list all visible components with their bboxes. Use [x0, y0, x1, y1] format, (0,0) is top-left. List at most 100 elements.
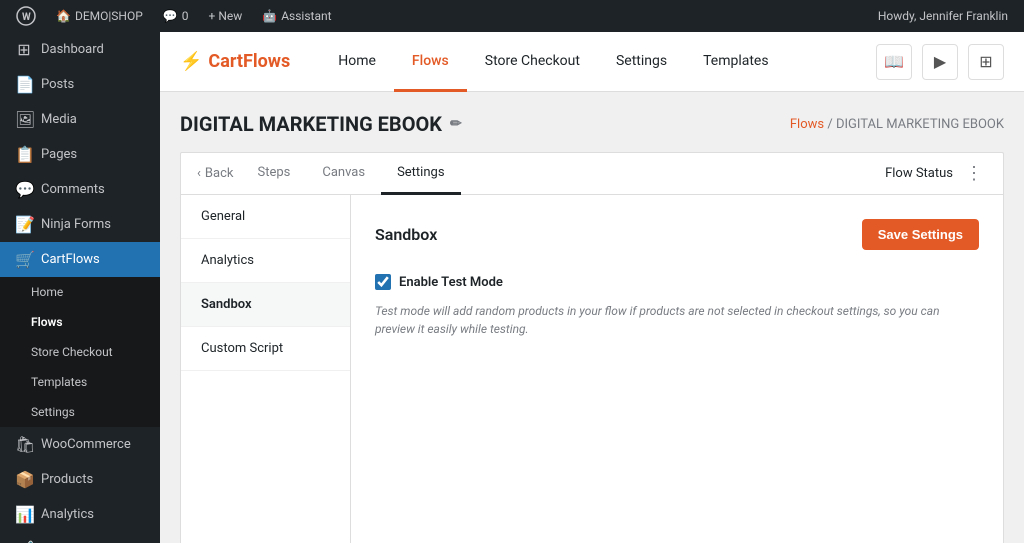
sidebar-label-woocommerce: WooCommerce	[41, 437, 131, 452]
plugin-logo: ⚡ CartFlows	[180, 51, 290, 72]
comments-item[interactable]: 💬 0	[155, 0, 197, 32]
breadcrumb: Flows / DIGITAL MARKETING EBOOK	[790, 117, 1004, 132]
sub-nav: ‹ Back Steps Canvas Settings Flow Status	[180, 152, 1004, 194]
pages-icon: 📋	[15, 145, 33, 164]
plugin-nav-templates[interactable]: Templates	[685, 32, 787, 92]
sidebar-label-posts: Posts	[41, 77, 74, 92]
sub-nav-steps[interactable]: Steps	[241, 153, 306, 195]
assistant-item[interactable]: 🤖 Assistant	[254, 0, 339, 32]
page-content: DIGITAL MARKETING EBOOK ✏ Flows / DIGITA…	[160, 92, 1024, 543]
video-icon: ▶	[934, 52, 946, 71]
left-panel-analytics[interactable]: Analytics	[181, 239, 350, 283]
sidebar-sub-home[interactable]: Home	[0, 277, 160, 307]
ninja-forms-icon: 📝	[15, 215, 33, 234]
howdy-item[interactable]: Howdy, Jennifer Franklin	[870, 9, 1016, 23]
plugin-nav-flows[interactable]: Flows	[394, 32, 467, 92]
sidebar-item-pages[interactable]: 📋 Pages	[0, 137, 160, 172]
products-icon: 📦	[15, 470, 33, 489]
wp-logo-item[interactable]: W	[8, 0, 44, 32]
sidebar-label-cartflows: CartFlows	[41, 252, 100, 267]
dashboard-icon: ⊞	[15, 40, 33, 59]
logo-icon: ⚡	[180, 51, 202, 72]
comments-icon: 💬	[163, 9, 178, 23]
sidebar-item-ninja-forms[interactable]: 📝 Ninja Forms	[0, 207, 160, 242]
comment-count: 0	[182, 9, 189, 23]
svg-text:W: W	[22, 12, 31, 23]
apps-icon: ⊞	[979, 52, 992, 71]
admin-bar-right: Howdy, Jennifer Franklin	[870, 9, 1016, 23]
sidebar-label-ninja-forms: Ninja Forms	[41, 217, 111, 232]
sidebar-label-media: Media	[41, 112, 77, 127]
left-panel-sandbox[interactable]: Sandbox	[181, 283, 350, 327]
book-icon-btn[interactable]: 📖	[876, 44, 912, 80]
sidebar-sub-store-checkout[interactable]: Store Checkout	[0, 337, 160, 367]
sub-nav-right: Flow Status ⋮	[885, 159, 987, 188]
plugin-nav-home[interactable]: Home	[320, 32, 394, 92]
main-layout: ⊞ Dashboard 📄 Posts 🖼 Media 📋 Pages 💬 Co…	[0, 32, 1024, 543]
video-icon-btn[interactable]: ▶	[922, 44, 958, 80]
sidebar-item-media[interactable]: 🖼 Media	[0, 102, 160, 137]
site-name-item[interactable]: 🏠 DEMO|SHOP	[48, 0, 151, 32]
more-options-button[interactable]: ⋮	[961, 159, 987, 188]
woocommerce-icon: 🛍	[15, 435, 33, 454]
admin-bar: W 🏠 DEMO|SHOP 💬 0 + New 🤖 Assistant Howd…	[0, 0, 1024, 32]
sidebar-label-dashboard: Dashboard	[41, 42, 104, 57]
save-settings-button[interactable]: Save Settings	[862, 219, 979, 250]
edit-icon[interactable]: ✏	[450, 116, 462, 132]
left-panel-custom-script[interactable]: Custom Script	[181, 327, 350, 371]
sidebar-label-comments: Comments	[41, 182, 105, 197]
sidebar-item-posts[interactable]: 📄 Posts	[0, 67, 160, 102]
plugin-nav-store-checkout[interactable]: Store Checkout	[467, 32, 598, 92]
page-title: DIGITAL MARKETING EBOOK ✏	[180, 112, 462, 136]
sidebar-item-analytics[interactable]: 📊 Analytics	[0, 497, 160, 532]
sidebar-label-analytics: Analytics	[41, 507, 94, 522]
media-icon: 🖼	[15, 110, 33, 129]
breadcrumb-flows-link[interactable]: Flows	[790, 117, 824, 132]
new-content-item[interactable]: + New	[201, 0, 251, 32]
left-panel: General Analytics Sandbox Custom Script	[181, 195, 351, 543]
test-mode-row: Enable Test Mode	[375, 274, 979, 290]
posts-icon: 📄	[15, 75, 33, 94]
panel-title: Sandbox	[375, 225, 437, 244]
left-panel-general[interactable]: General	[181, 195, 350, 239]
sidebar-sub-settings[interactable]: Settings	[0, 397, 160, 427]
test-mode-checkbox[interactable]	[375, 274, 391, 290]
sidebar-item-dashboard[interactable]: ⊞ Dashboard	[0, 32, 160, 67]
sub-nav-settings[interactable]: Settings	[381, 153, 460, 195]
back-button[interactable]: ‹ Back	[197, 166, 233, 181]
sub-nav-left: ‹ Back Steps Canvas Settings	[197, 153, 461, 194]
sidebar-sub-store-checkout-label: Store Checkout	[31, 345, 113, 359]
test-mode-help-text: Test mode will add random products in yo…	[375, 302, 975, 338]
sidebar-sub-cartflows: Home Flows Store Checkout Templates Sett…	[0, 277, 160, 427]
sidebar-item-marketing[interactable]: 📢 Marketing	[0, 532, 160, 543]
flow-editor: General Analytics Sandbox Custom Script	[180, 194, 1004, 543]
breadcrumb-current: DIGITAL MARKETING EBOOK	[836, 117, 1004, 132]
cartflows-icon: 🛒	[15, 250, 33, 269]
sidebar-item-products[interactable]: 📦 Products	[0, 462, 160, 497]
site-name: DEMO|SHOP	[75, 9, 143, 23]
site-icon: 🏠	[56, 9, 71, 23]
sidebar-item-cartflows[interactable]: 🛒 CartFlows	[0, 242, 160, 277]
flow-status-label: Flow Status	[885, 166, 953, 181]
right-panel: Sandbox Save Settings Enable Test Mode T…	[351, 195, 1003, 543]
back-chevron: ‹	[197, 166, 201, 181]
sidebar-sub-flows-label: Flows	[31, 315, 63, 329]
test-mode-label[interactable]: Enable Test Mode	[399, 275, 503, 290]
plugin-nav: Home Flows Store Checkout Settings Templ…	[320, 32, 786, 91]
apps-icon-btn[interactable]: ⊞	[968, 44, 1004, 80]
sub-nav-canvas[interactable]: Canvas	[306, 153, 381, 195]
plugin-nav-settings[interactable]: Settings	[598, 32, 685, 92]
sidebar-label-products: Products	[41, 472, 93, 487]
howdy-text: Howdy, Jennifer Franklin	[878, 9, 1008, 23]
back-label: Back	[205, 166, 234, 181]
new-label: + New	[209, 9, 243, 23]
panel-header: Sandbox Save Settings	[375, 219, 979, 250]
sidebar-sub-templates[interactable]: Templates	[0, 367, 160, 397]
breadcrumb-separator: /	[827, 117, 836, 132]
robot-icon: 🤖	[262, 9, 277, 23]
wp-icon: W	[16, 6, 36, 26]
sidebar-item-woocommerce[interactable]: 🛍 WooCommerce	[0, 427, 160, 462]
sidebar-item-comments[interactable]: 💬 Comments	[0, 172, 160, 207]
sidebar-sub-flows[interactable]: Flows	[0, 307, 160, 337]
book-icon: 📖	[884, 52, 904, 71]
